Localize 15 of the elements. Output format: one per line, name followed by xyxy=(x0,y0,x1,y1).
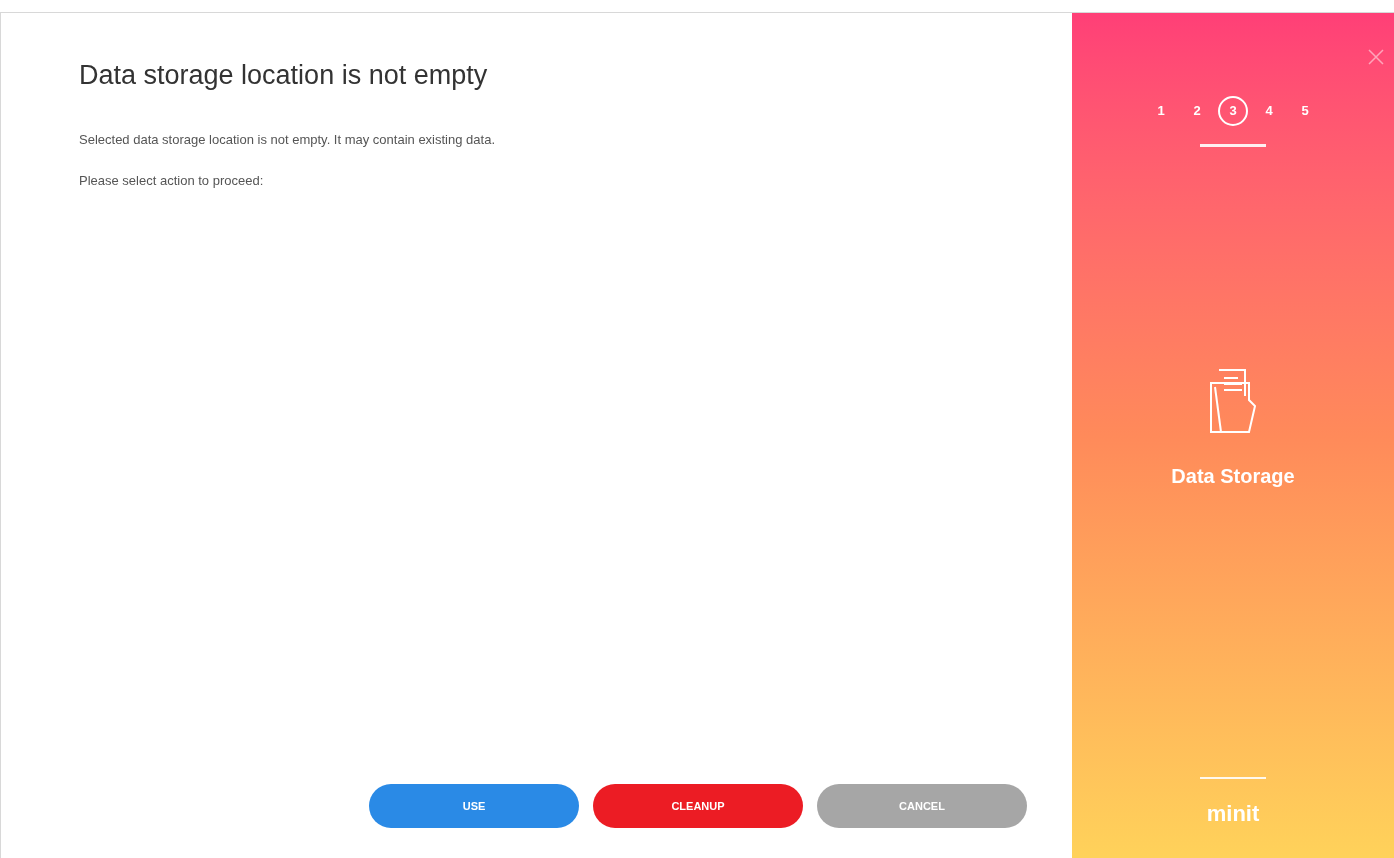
step-indicator[interactable]: 2 xyxy=(1182,96,1212,126)
step-title: Data Storage xyxy=(1171,464,1295,489)
close-icon[interactable] xyxy=(1368,49,1384,65)
brand-logo: minit xyxy=(1206,800,1260,828)
action-button[interactable]: CANCEL xyxy=(817,784,1027,828)
message-text: Selected data storage location is not empty. It may contain existing data. xyxy=(79,130,495,149)
step-indicator[interactable]: 3 xyxy=(1218,96,1248,126)
step-indicator[interactable]: 5 xyxy=(1290,96,1320,126)
step-indicator[interactable]: 1 xyxy=(1146,96,1176,126)
action-button[interactable]: CLEANUP xyxy=(593,784,803,828)
folder-document-icon xyxy=(1207,367,1259,435)
prompt-text: Please select action to proceed: xyxy=(79,172,264,190)
step-indicator[interactable]: 4 xyxy=(1254,96,1284,126)
dialog-title: Data storage location is not empty xyxy=(79,59,488,92)
action-button[interactable]: USE xyxy=(369,784,579,828)
